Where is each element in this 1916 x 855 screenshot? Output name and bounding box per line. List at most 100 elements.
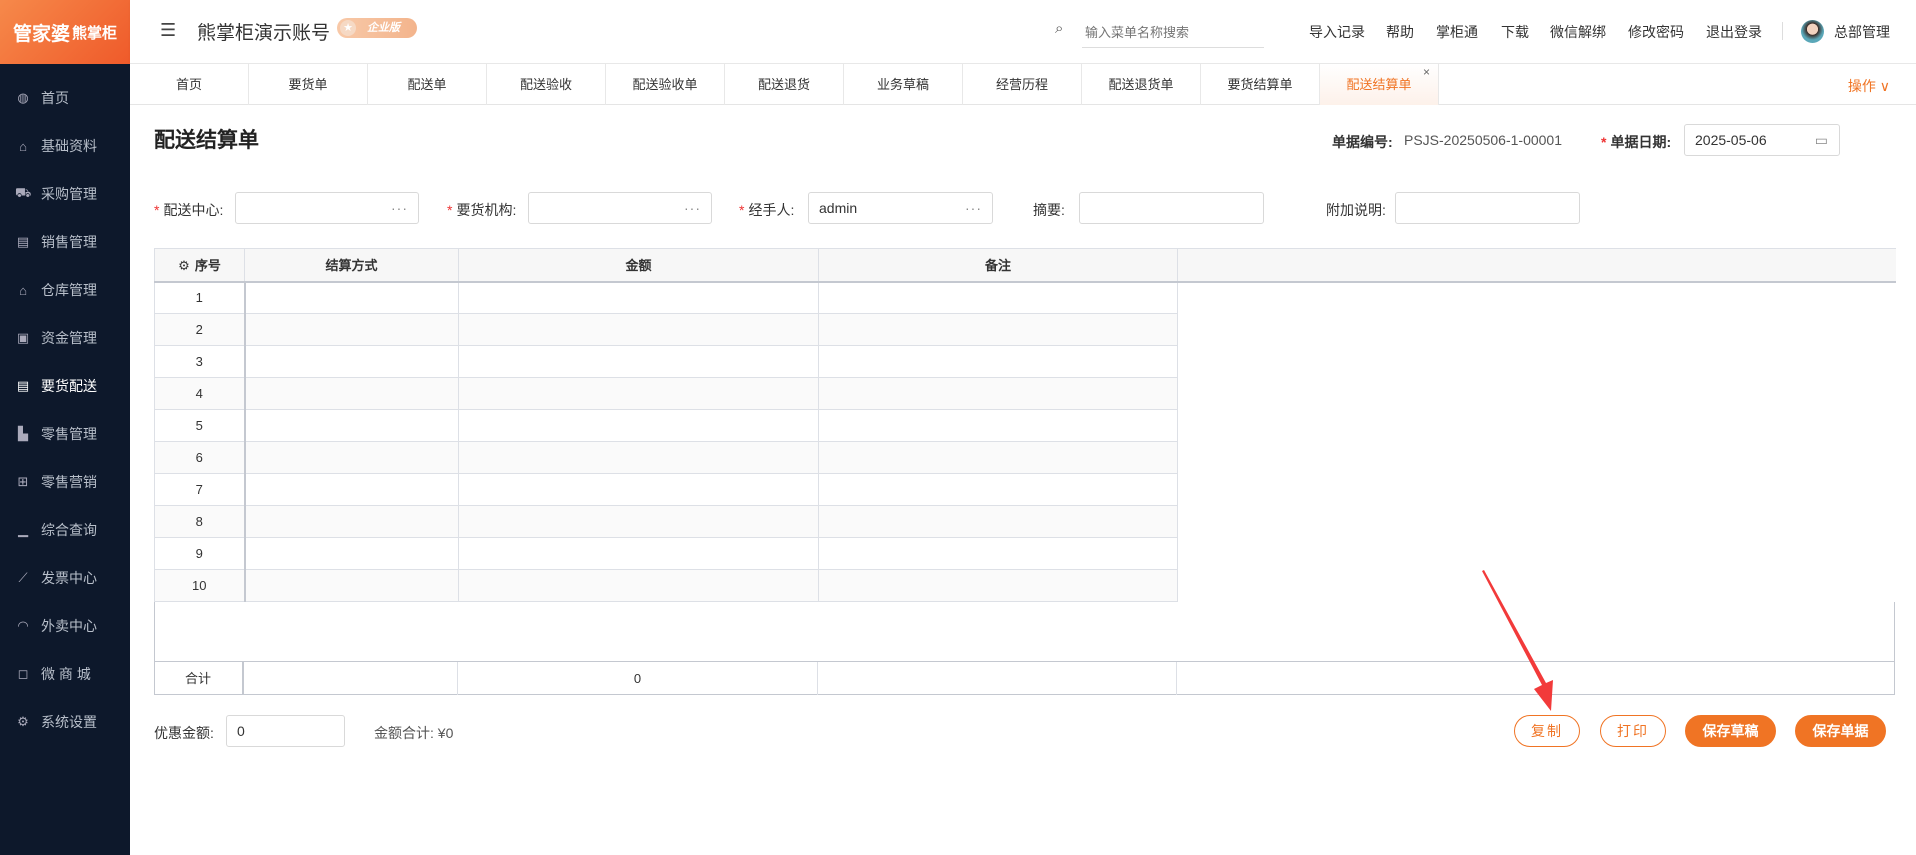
cell-method[interactable] xyxy=(244,537,459,570)
cell-method[interactable] xyxy=(244,441,459,474)
cell-method[interactable] xyxy=(244,345,459,378)
sidebar-item[interactable]: ▤ 要货配送 xyxy=(0,366,130,406)
cell-remark[interactable] xyxy=(818,409,1178,442)
tab[interactable]: 配送验收单 xyxy=(606,64,725,105)
tab[interactable]: 要货单 xyxy=(249,64,368,105)
cell-method[interactable] xyxy=(244,281,459,314)
handler-field[interactable]: admin ··· xyxy=(808,192,993,224)
cell-remark[interactable] xyxy=(818,345,1178,378)
col-method: 结算方式 xyxy=(244,248,459,283)
center-field[interactable]: ··· xyxy=(235,192,419,224)
tab[interactable]: 配送退货单 xyxy=(1082,64,1201,105)
header-divider xyxy=(1782,22,1783,40)
tab[interactable]: 要货结算单 xyxy=(1201,64,1320,105)
print-button[interactable]: 打印 xyxy=(1600,715,1666,747)
col-index-label: 序号 xyxy=(194,258,221,274)
logo-text: 管家婆 xyxy=(12,23,70,45)
cell-amount[interactable] xyxy=(458,537,819,570)
sidebar-item[interactable]: ▣ 资金管理 xyxy=(0,318,130,358)
gear-icon[interactable]: ⚙ xyxy=(178,258,190,273)
bar-chart-icon: ▁ xyxy=(18,522,28,537)
header-link[interactable]: 导入记录 xyxy=(1309,22,1365,42)
cell-remark[interactable] xyxy=(818,505,1178,538)
doc-no-label: 单据编号: xyxy=(1332,134,1393,150)
cell-amount[interactable] xyxy=(458,313,819,346)
tab-label: 配送单 xyxy=(407,77,447,92)
cell-amount[interactable] xyxy=(458,409,819,442)
ellipsis-icon[interactable]: ··· xyxy=(391,193,408,223)
tab[interactable]: 配送单 xyxy=(368,64,487,105)
sidebar-item[interactable]: ⊞ 零售营销 xyxy=(0,462,130,502)
ellipsis-icon[interactable]: ··· xyxy=(965,193,982,223)
save-draft-button[interactable]: 保存草稿 xyxy=(1685,715,1776,747)
tab-label: 配送验收 xyxy=(519,77,572,92)
discount-input[interactable]: 0 xyxy=(226,715,345,747)
menu-search-input[interactable] xyxy=(1082,18,1264,48)
tab[interactable]: 配送退货 xyxy=(725,64,844,105)
tab-label: 配送退货 xyxy=(757,77,810,92)
sidebar-item[interactable]: ▙ 零售管理 xyxy=(0,414,130,454)
ellipsis-icon[interactable]: ··· xyxy=(684,193,701,223)
edition-text: 企业版 xyxy=(367,22,400,34)
sidebar-item[interactable]: ⚙ 系统设置 xyxy=(0,702,130,742)
sidebar-item[interactable]: ⌂ 仓库管理 xyxy=(0,270,130,310)
sidebar-item[interactable]: ⌂ 基础资料 xyxy=(0,126,130,166)
sidebar-item[interactable]: ◍ 首页 xyxy=(0,78,130,118)
cell-method[interactable] xyxy=(244,377,459,410)
cell-amount[interactable] xyxy=(458,473,819,506)
cell-remark[interactable] xyxy=(818,441,1178,474)
cell-method[interactable] xyxy=(244,409,459,442)
row-index: 7 xyxy=(154,473,246,506)
cell-remark[interactable] xyxy=(818,313,1178,346)
user-avatar[interactable] xyxy=(1801,20,1824,43)
date-value: 2025-05-06 xyxy=(1695,132,1767,148)
header-link[interactable]: 微信解绑 xyxy=(1550,22,1606,42)
operate-menu[interactable]: 操作 ∨ xyxy=(1848,76,1890,96)
sidebar-item-label: 外卖中心 xyxy=(41,618,97,634)
cell-remark[interactable] xyxy=(818,377,1178,410)
tab[interactable]: 配送验收 xyxy=(487,64,606,105)
cell-method[interactable] xyxy=(244,569,459,602)
user-name[interactable]: 总部管理 xyxy=(1834,22,1890,42)
table-row: 5 xyxy=(154,409,1896,442)
cell-amount[interactable] xyxy=(458,505,819,538)
cell-remark[interactable] xyxy=(818,473,1178,506)
tab[interactable]: 配送结算单 × xyxy=(1320,64,1439,105)
header-link[interactable]: 帮助 xyxy=(1386,22,1414,42)
header-link[interactable]: 退出登录 xyxy=(1706,22,1762,42)
header-link[interactable]: 修改密码 xyxy=(1628,22,1684,42)
copy-button[interactable]: 复制 xyxy=(1514,715,1580,747)
tab[interactable]: 经营历程 xyxy=(963,64,1082,105)
date-label: 单据日期: xyxy=(1610,134,1672,150)
tab[interactable]: 业务草稿 xyxy=(844,64,963,105)
cell-amount[interactable] xyxy=(458,569,819,602)
sidebar-item[interactable]: ⛟ 采购管理 xyxy=(0,174,130,214)
table-row: 6 xyxy=(154,441,1896,474)
cell-remark[interactable] xyxy=(818,281,1178,314)
tab[interactable]: 首页 xyxy=(130,64,249,105)
cell-method[interactable] xyxy=(244,313,459,346)
cell-amount[interactable] xyxy=(458,377,819,410)
summary-field[interactable] xyxy=(1079,192,1264,224)
close-icon[interactable]: × xyxy=(1423,52,1430,93)
cell-remark[interactable] xyxy=(818,569,1178,602)
sidebar-item[interactable]: ▤ 销售管理 xyxy=(0,222,130,262)
cell-method[interactable] xyxy=(244,505,459,538)
cell-amount[interactable] xyxy=(458,345,819,378)
org-field[interactable]: ··· xyxy=(528,192,712,224)
date-picker[interactable]: 2025-05-06 ▭ xyxy=(1684,124,1840,156)
cell-method[interactable] xyxy=(244,473,459,506)
sidebar-item[interactable]: ⟋ 发票中心 xyxy=(0,558,130,598)
header-link[interactable]: 掌柜通 xyxy=(1436,22,1478,42)
note-field[interactable] xyxy=(1395,192,1580,224)
save-button[interactable]: 保存单据 xyxy=(1795,715,1886,747)
cell-remark[interactable] xyxy=(818,537,1178,570)
menu-toggle-icon[interactable]: ☰ xyxy=(160,20,176,41)
sidebar-item[interactable]: ▁ 综合查询 xyxy=(0,510,130,550)
cell-amount[interactable] xyxy=(458,281,819,314)
sidebar-item[interactable]: ◠ 外卖中心 xyxy=(0,606,130,646)
cell-amount[interactable] xyxy=(458,441,819,474)
sidebar-item[interactable]: ◻ 微 商 城 xyxy=(0,654,130,694)
tab-label: 配送退货单 xyxy=(1108,77,1174,92)
header-link[interactable]: 下载 xyxy=(1501,22,1529,42)
